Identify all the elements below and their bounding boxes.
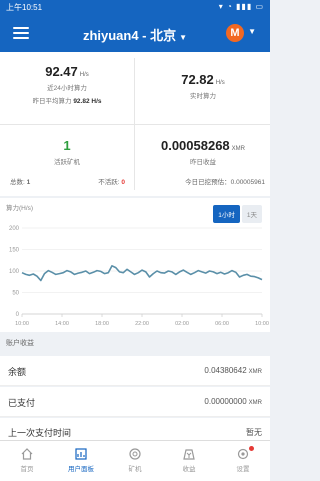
tab-settings[interactable]: 设置 — [216, 446, 270, 473]
y-tick-label: 150 — [9, 248, 20, 254]
hashrate-24h-label: 近24小时算力 — [47, 85, 87, 92]
active-miners-card[interactable]: 1 活跃矿机 — [0, 138, 134, 178]
active-miners-value: 1 — [63, 138, 71, 153]
yesterday-income-card: 0.00058268 XMR 昨日收益 — [136, 138, 270, 178]
yesterday-income-unit: XMR — [231, 146, 246, 152]
app-header: zhiyuan4 - 北京 ▼ M ▼ — [0, 14, 270, 52]
menu-icon[interactable] — [13, 24, 31, 42]
total-value: 1 — [26, 179, 31, 186]
hashrate-24h-card: 92.47 H/s 近24小时算力 昨日平均算力 92.82 H/s — [0, 64, 134, 134]
paid-value: 0.00000000 — [204, 397, 247, 406]
tab-home[interactable]: 首页 — [0, 447, 54, 473]
miner-icon — [129, 448, 141, 460]
settings-icon — [237, 448, 249, 460]
home-icon — [21, 448, 33, 460]
chevron-down-icon: ▼ — [179, 33, 188, 42]
status-icons: ▾ ◔ ▮▮▮ ▭ — [218, 2, 264, 11]
tab-settings-label: 设置 — [236, 466, 250, 473]
active-miners-label: 活跃矿机 — [54, 159, 80, 166]
last-payment-value: 暂无 — [246, 428, 262, 437]
tab-dashboard-label: 用户面板 — [68, 466, 94, 473]
balance-row: 余额 0.04380642 XMR — [0, 356, 270, 386]
paid-row: 已支付 0.00000000 XMR — [0, 387, 270, 417]
notification-badge — [249, 446, 254, 451]
status-bar: 上午10:51 ▾ ◔ ▮▮▮ ▭ — [0, 0, 270, 14]
chart-title: 算力(H/s) — [6, 205, 34, 212]
tab-dashboard[interactable]: 用户面板 — [54, 447, 108, 473]
monero-coin-icon[interactable]: M — [226, 24, 244, 42]
x-tick-label: 18:00 — [95, 321, 109, 327]
y-tick-label: 100 — [9, 269, 20, 275]
realtime-unit: H/s — [215, 80, 225, 86]
realtime-label: 实时算力 — [190, 93, 216, 100]
account-section-title: 账户收益 — [0, 334, 270, 354]
dashboard-icon — [75, 448, 87, 460]
x-tick-label: 02:00 — [175, 321, 189, 327]
hashrate-24h-value: 92.47 — [45, 64, 78, 79]
inactive-label: 不活跃 — [98, 179, 118, 186]
last-payment-row: 上一次支付时间 暂无 — [0, 418, 270, 442]
realtime-value: 72.82 — [181, 72, 214, 87]
stats-panel: 92.47 H/s 近24小时算力 昨日平均算力 92.82 H/s 72.82 H… — [0, 52, 270, 196]
x-tick-label: 14:00 — [55, 321, 69, 327]
tab-home-label: 首页 — [20, 466, 34, 473]
hashrate-line-chart: 200 150 100 50 0 10:00 14:00 18:00 22:00 02:00 06:… — [9, 226, 269, 327]
y-tick-label: 200 — [9, 226, 20, 232]
worker-selector[interactable]: zhiyuan4 - 北京 ▼ — [70, 25, 200, 44]
balance-unit: XMR — [248, 369, 262, 375]
worker-title: zhiyuan4 - 北京 — [82, 28, 177, 43]
miner-count-row: 总数: 1 不活跃: 0 — [10, 179, 125, 186]
hashrate-series-line — [21, 264, 263, 282]
realtime-hashrate-card: 72.82 H/s 实时算力 — [136, 72, 270, 142]
yesterday-avg-label: 昨日平均算力 — [32, 98, 72, 105]
balance-label: 余额 — [8, 367, 27, 377]
status-time: 上午10:51 — [6, 3, 43, 12]
y-tick-label: 0 — [16, 312, 20, 318]
y-tick-label: 50 — [12, 291, 19, 297]
coin-chevron-down-icon[interactable]: ▼ — [248, 27, 256, 36]
last-payment-label: 上一次支付时间 — [8, 428, 72, 438]
tab-income-label: 收益 — [182, 466, 196, 473]
inactive-value: 0 — [121, 179, 125, 186]
income-icon — [183, 449, 195, 460]
today-mined-estimate: 今日已挖预估：0.00005961 — [185, 179, 265, 186]
paid-label: 已支付 — [8, 398, 36, 408]
hashrate-chart-card: 算力(H/s) 1小时 1天 200 150 100 50 0 10:00 14:00 18:0… — [0, 198, 270, 332]
total-label: 总数 — [10, 179, 23, 186]
x-tick-label: 10:00 — [15, 321, 29, 327]
tab-miners[interactable]: 矿机 — [108, 447, 162, 473]
x-tick-label: 22:00 — [135, 321, 149, 327]
hashrate-24h-unit: H/s — [79, 72, 89, 78]
x-tick-label: 10:00 — [255, 321, 269, 327]
x-tick-label: 06:00 — [215, 321, 229, 327]
yesterday-income-value: 0.00058268 — [160, 138, 230, 153]
yesterday-income-label: 昨日收益 — [190, 159, 216, 166]
yesterday-avg-value: 92.82 H/s — [73, 98, 102, 105]
tab-income[interactable]: 收益 — [162, 447, 216, 473]
balance-value: 0.04380642 — [204, 366, 247, 375]
bottom-tab-bar: 首页 用户面板 矿机 收益 设置 — [0, 440, 270, 481]
paid-unit: XMR — [248, 400, 262, 406]
tab-miners-label: 矿机 — [128, 466, 142, 473]
